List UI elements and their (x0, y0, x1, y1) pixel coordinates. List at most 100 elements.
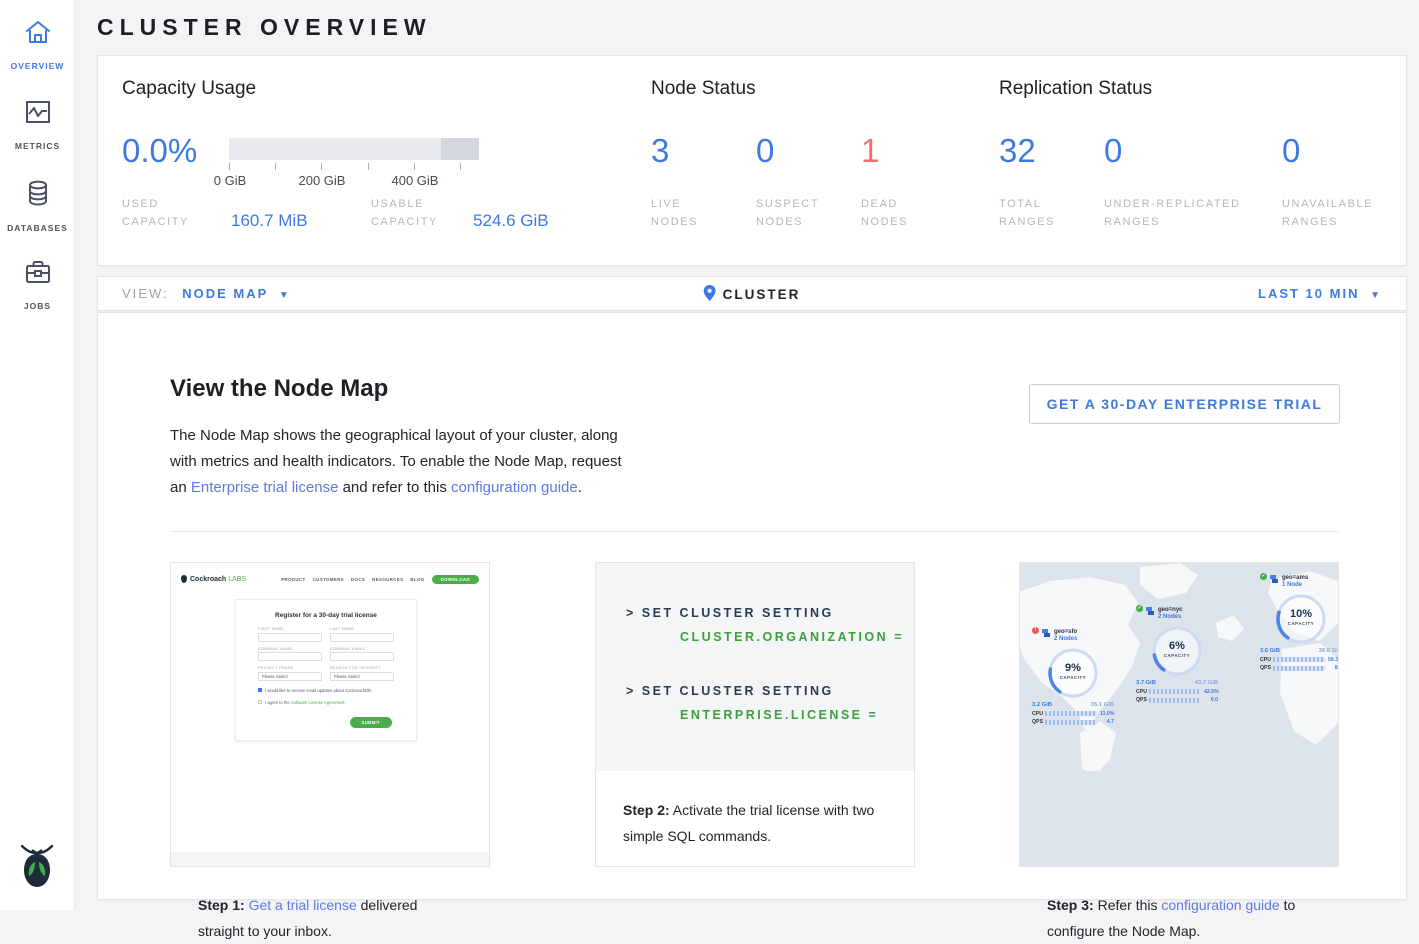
mini-nav-item: BLOG (410, 577, 424, 582)
get-trial-license-link[interactable]: Get a trial license (249, 897, 357, 913)
qps-bar (1045, 720, 1097, 725)
sidebar-item-label: OVERVIEW (11, 61, 65, 71)
step3-card: ! geo=sfo 2 Nodes 9% CAPACITY 3.2 GiB35.… (1019, 562, 1339, 867)
mini-submit-button: SUBMIT (350, 717, 392, 728)
page-title: CLUSTER OVERVIEW (97, 14, 432, 41)
sidebar-item-databases[interactable]: DATABASES (0, 178, 75, 236)
mini-nav-item: RESOURCES (372, 577, 403, 582)
enterprise-trial-button[interactable]: GET A 30-DAY ENTERPRISE TRIAL (1029, 384, 1340, 424)
nodes-stack-icon (1042, 629, 1051, 638)
capacity-ring: 10% CAPACITY (1274, 592, 1328, 646)
sql-command: > SET CLUSTER SETTING (626, 601, 914, 625)
cockroach-labs-mini-logo: CockroachLABS (181, 575, 246, 583)
nodes-stack-icon (1146, 607, 1155, 616)
check-status-icon: ✓ (1136, 605, 1143, 612)
under-replicated-count: 0 (1104, 132, 1122, 170)
divider (170, 531, 1339, 532)
sidebar-item-label: METRICS (15, 141, 60, 151)
dead-nodes-count: 1 (861, 132, 879, 170)
node-map-preview-image: ! geo=sfo 2 Nodes 9% CAPACITY 3.2 GiB35.… (1020, 563, 1338, 866)
mini-download-button: DOWNLOAD (432, 575, 479, 584)
step2-caption: Step 2: Activate the trial license with … (596, 771, 914, 849)
mini-input (330, 633, 394, 642)
dead-nodes-label: DEADNODES (861, 195, 908, 231)
total-ranges-count: 32 (999, 132, 1036, 170)
cpu-bar (1273, 657, 1325, 662)
capacity-usage-title: Capacity Usage (122, 78, 256, 100)
home-icon (0, 18, 75, 51)
warning-status-icon: ! (1032, 627, 1039, 634)
node-map-description: The Node Map shows the geographical layo… (170, 423, 640, 501)
sidebar-item-label: DATABASES (7, 223, 68, 233)
map-marker-nyc: ✓ geo=nyc 2 Nodes 6% CAPACITY 3.7 GiB43.… (1136, 607, 1218, 703)
cpu-bar (1149, 689, 1201, 694)
sidebar-item-overview[interactable]: OVERVIEW (0, 18, 75, 74)
used-capacity-value: 160.7 MiB (231, 211, 308, 231)
location-pin-icon (704, 285, 716, 304)
nodes-stack-icon (1270, 575, 1279, 584)
step2-card: > SET CLUSTER SETTING CLUSTER.ORGANIZATI… (595, 562, 915, 867)
mini-input (258, 633, 322, 642)
database-icon (0, 178, 75, 213)
gauge-tick-label: 200 GiB (299, 173, 346, 188)
step1-caption: Step 1: Get a trial license delivered st… (171, 866, 489, 944)
step1-card: CockroachLABS PRODUCT CUSTOMERS DOCS RES… (170, 562, 490, 867)
configuration-guide-link[interactable]: configuration guide (451, 479, 578, 496)
metrics-chart-icon (0, 98, 75, 131)
sidebar-item-label: JOBS (24, 301, 51, 311)
node-map-heading: View the Node Map (170, 375, 388, 403)
mini-form-title: Register for a 30-day trial license (258, 612, 394, 619)
used-capacity-label: USEDCAPACITY (122, 195, 189, 231)
capacity-ring: 6% CAPACITY (1150, 624, 1204, 678)
suspect-nodes-label: SUSPECTNODES (756, 195, 819, 231)
view-selector[interactable]: NODE MAP (182, 286, 268, 301)
suspect-nodes-count: 0 (756, 132, 774, 170)
mini-nav-item: PRODUCT (281, 577, 305, 582)
briefcase-icon (0, 258, 75, 291)
map-marker-ams: ✓ geo=ams 1 Node 10% CAPACITY 3.6 GiB36.… (1260, 575, 1338, 671)
capacity-gauge-bar (229, 138, 479, 160)
qps-bar (1273, 666, 1325, 671)
registration-screenshot: CockroachLABS PRODUCT CUSTOMERS DOCS RES… (171, 563, 489, 866)
capacity-gauge-segment (441, 138, 479, 160)
sql-setting: ENTERPRISE.LICENSE = (626, 703, 914, 727)
live-nodes-label: LIVENODES (651, 195, 698, 231)
sidebar-item-jobs[interactable]: JOBS (0, 258, 75, 314)
chevron-down-icon[interactable]: ▼ (279, 290, 291, 301)
capacity-percent: 0.0% (122, 132, 197, 170)
time-range-selector[interactable]: LAST 10 MIN ▼ (1258, 286, 1382, 301)
view-bar: VIEW: NODE MAP ▼ CLUSTER LAST 10 MIN ▼ (97, 276, 1407, 311)
unavailable-ranges-count: 0 (1282, 132, 1300, 170)
breadcrumb-cluster: CLUSTER (723, 287, 801, 302)
node-status-title: Node Status (651, 78, 756, 100)
mini-select: Please Select (330, 672, 394, 681)
total-ranges-label: TOTALRANGES (999, 195, 1055, 231)
configuration-guide-link-2[interactable]: configuration guide (1161, 897, 1279, 913)
mini-checkbox-checked (258, 688, 262, 692)
check-status-icon: ✓ (1260, 573, 1267, 580)
view-label: VIEW: (122, 286, 169, 301)
capacity-gauge-ticks (229, 163, 461, 171)
replication-status-title: Replication Status (999, 78, 1152, 100)
gauge-tick-label: 0 GiB (214, 173, 247, 188)
qps-bar (1149, 698, 1201, 703)
capacity-gauge: 0 GiB 200 GiB 400 GiB (229, 138, 479, 189)
cockroachdb-logo (14, 840, 60, 892)
mini-nav-item: DOCS (351, 577, 365, 582)
unavailable-ranges-label: UNAVAILABLERANGES (1282, 195, 1373, 231)
capacity-ring: 9% CAPACITY (1046, 646, 1100, 700)
usable-capacity-label: USABLECAPACITY (371, 195, 438, 231)
mini-input (258, 652, 322, 661)
cpu-bar (1045, 711, 1097, 716)
live-nodes-count: 3 (651, 132, 669, 170)
step3-caption: Step 3: Refer this configuration guide t… (1020, 866, 1338, 944)
usable-capacity-value: 524.6 GiB (473, 211, 549, 231)
sidebar: OVERVIEW METRICS DATABASES JOBS (0, 0, 75, 910)
enterprise-trial-license-link[interactable]: Enterprise trial license (191, 479, 339, 496)
mini-select: Please Select (258, 672, 322, 681)
sidebar-item-metrics[interactable]: METRICS (0, 98, 75, 154)
map-marker-sfo: ! geo=sfo 2 Nodes 9% CAPACITY 3.2 GiB35.… (1032, 629, 1114, 725)
mini-checkbox (258, 700, 262, 704)
sql-setting: CLUSTER.ORGANIZATION = (626, 625, 914, 649)
node-map-panel: View the Node Map The Node Map shows the… (97, 312, 1407, 900)
